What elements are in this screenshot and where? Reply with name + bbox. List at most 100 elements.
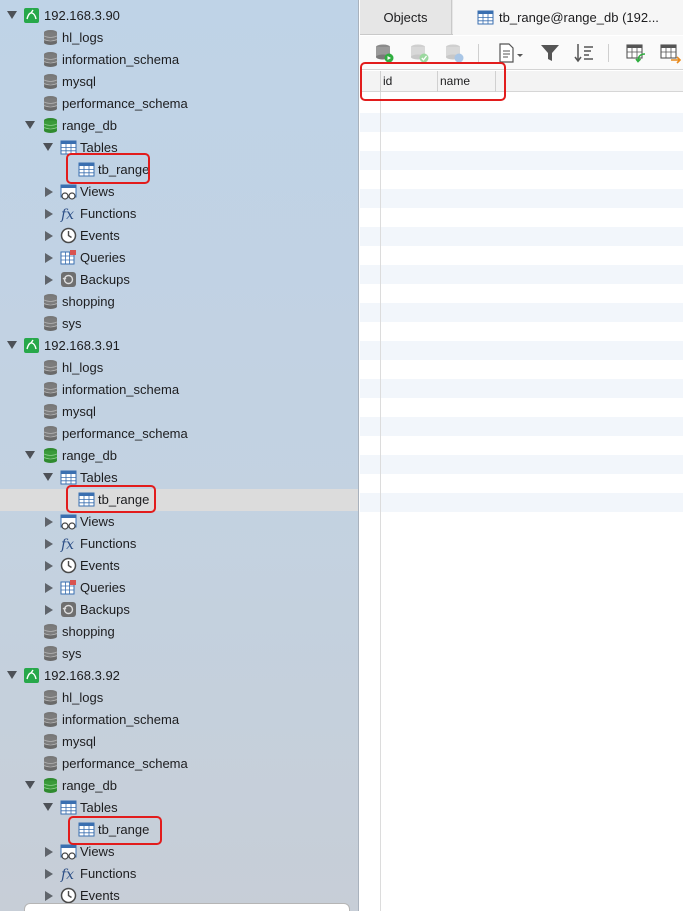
tables-group-row[interactable]: Tables [0, 797, 358, 819]
connection-row[interactable]: 192.168.3.91 [0, 335, 358, 357]
grid-row-stripe [360, 341, 683, 360]
views-icon [60, 184, 77, 200]
column-header-name[interactable]: name [440, 74, 470, 88]
column-divider[interactable] [437, 71, 438, 92]
export-icon[interactable] [659, 42, 681, 64]
database-row[interactable]: hl_logs [0, 27, 358, 49]
commit-icon[interactable] [408, 42, 430, 64]
views-group-row[interactable]: Views [0, 511, 358, 533]
database-row[interactable]: performance_schema [0, 753, 358, 775]
database-row-open[interactable]: range_db [0, 445, 358, 467]
queries-group-row[interactable]: Queries [0, 577, 358, 599]
database-row-open[interactable]: range_db [0, 775, 358, 797]
mysql-connection-icon [24, 8, 39, 23]
disclosure-closed-icon[interactable] [45, 869, 53, 879]
grid-body[interactable] [360, 92, 683, 911]
functions-group-row[interactable]: fx Functions [0, 863, 358, 885]
database-row[interactable]: information_schema [0, 379, 358, 401]
table-row-tb-range-selected[interactable]: tb_range [0, 489, 358, 511]
sidebar-search-field[interactable] [24, 903, 350, 911]
functions-group-row[interactable]: fx Functions [0, 533, 358, 555]
filter-icon[interactable] [539, 42, 561, 64]
connection-row[interactable]: 192.168.3.90 [0, 5, 358, 27]
disclosure-closed-icon[interactable] [45, 209, 53, 219]
table-icon [78, 162, 95, 177]
disclosure-open-icon[interactable] [43, 473, 53, 481]
database-row[interactable]: mysql [0, 401, 358, 423]
views-icon [60, 514, 77, 530]
database-row[interactable]: sys [0, 643, 358, 665]
table-row-tb-range[interactable]: tb_range [0, 159, 358, 181]
text-view-dropdown-icon[interactable] [497, 42, 525, 64]
queries-label: Queries [80, 250, 126, 265]
events-clock-icon [60, 887, 77, 904]
database-icon [43, 646, 58, 661]
connection-row[interactable]: 192.168.3.92 [0, 665, 358, 687]
column-divider[interactable] [495, 71, 496, 92]
backups-label: Backups [80, 602, 130, 617]
begin-transaction-icon[interactable] [373, 42, 395, 64]
disclosure-closed-icon[interactable] [45, 583, 53, 593]
database-row[interactable]: performance_schema [0, 93, 358, 115]
disclosure-closed-icon[interactable] [45, 253, 53, 263]
column-header-id[interactable]: id [383, 74, 392, 88]
disclosure-closed-icon[interactable] [45, 231, 53, 241]
database-row[interactable]: information_schema [0, 709, 358, 731]
functions-group-row[interactable]: fx Functions [0, 203, 358, 225]
database-row-open[interactable]: range_db [0, 115, 358, 137]
disclosure-closed-icon[interactable] [45, 561, 53, 571]
tables-group-row[interactable]: Tables [0, 137, 358, 159]
database-row[interactable]: information_schema [0, 49, 358, 71]
disclosure-closed-icon[interactable] [45, 891, 53, 901]
disclosure-open-icon[interactable] [43, 143, 53, 151]
database-name: sys [62, 316, 82, 331]
queries-group-row[interactable]: Queries [0, 247, 358, 269]
database-open-icon [43, 448, 58, 463]
disclosure-open-icon[interactable] [7, 671, 17, 679]
database-name: hl_logs [62, 30, 104, 45]
table-name: tb_range [98, 822, 150, 837]
database-row[interactable]: mysql [0, 731, 358, 753]
disclosure-open-icon[interactable] [7, 341, 17, 349]
disclosure-closed-icon[interactable] [45, 539, 53, 549]
disclosure-open-icon[interactable] [25, 781, 35, 789]
database-name: hl_logs [62, 360, 104, 375]
disclosure-open-icon[interactable] [25, 121, 35, 129]
database-row[interactable]: mysql [0, 71, 358, 93]
views-group-row[interactable]: Views [0, 181, 358, 203]
table-name: tb_range [98, 492, 150, 507]
database-row[interactable]: sys [0, 313, 358, 335]
views-group-row[interactable]: Views [0, 841, 358, 863]
database-name: information_schema [62, 382, 180, 397]
backups-group-row[interactable]: Backups [0, 599, 358, 621]
import-icon[interactable] [625, 42, 647, 64]
tables-group-row[interactable]: Tables [0, 467, 358, 489]
database-row[interactable]: hl_logs [0, 687, 358, 709]
database-icon [43, 734, 58, 749]
database-row[interactable]: performance_schema [0, 423, 358, 445]
database-icon [43, 316, 58, 331]
database-name: information_schema [62, 712, 180, 727]
table-icon [477, 10, 494, 25]
rollback-icon[interactable] [443, 42, 465, 64]
disclosure-closed-icon[interactable] [45, 187, 53, 197]
database-row[interactable]: hl_logs [0, 357, 358, 379]
events-group-row[interactable]: Events [0, 555, 358, 577]
disclosure-open-icon[interactable] [25, 451, 35, 459]
events-group-row[interactable]: Events [0, 225, 358, 247]
sort-icon[interactable] [573, 42, 595, 64]
disclosure-open-icon[interactable] [43, 803, 53, 811]
tables-icon [60, 140, 77, 155]
tab-objects[interactable]: Objects [360, 0, 452, 35]
database-row[interactable]: shopping [0, 291, 358, 313]
backups-group-row[interactable]: Backups [0, 269, 358, 291]
table-row-tb-range[interactable]: tb_range [0, 819, 358, 841]
database-row[interactable]: shopping [0, 621, 358, 643]
disclosure-open-icon[interactable] [7, 11, 17, 19]
grid-row-stripe [360, 379, 683, 398]
disclosure-closed-icon[interactable] [45, 605, 53, 615]
tab-table-tb-range[interactable]: tb_range@range_db (192... [453, 0, 683, 35]
disclosure-closed-icon[interactable] [45, 517, 53, 527]
disclosure-closed-icon[interactable] [45, 275, 53, 285]
disclosure-closed-icon[interactable] [45, 847, 53, 857]
